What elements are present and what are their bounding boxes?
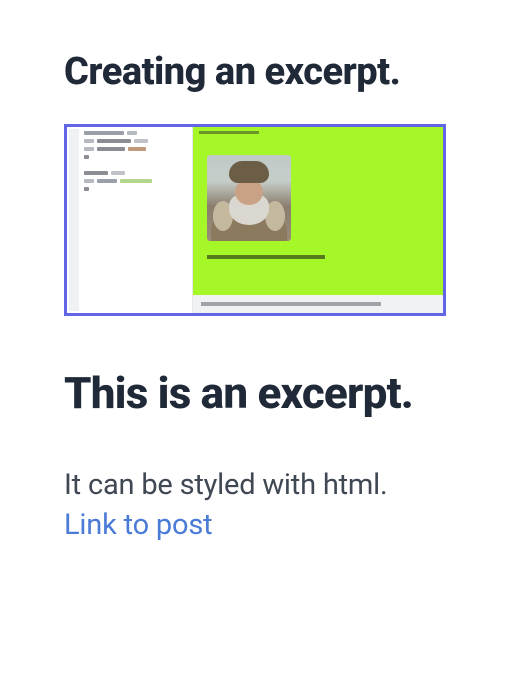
code-gutter <box>69 129 79 311</box>
thumbnail-footer-text <box>201 302 381 306</box>
excerpt-heading: This is an excerpt. <box>64 364 454 423</box>
thumbnail-site-footer <box>193 295 443 313</box>
code-lines <box>84 131 189 192</box>
excerpt-paragraph: It can be styled with html. Link to post <box>64 463 454 542</box>
excerpt-link[interactable]: Link to post <box>64 508 212 542</box>
excerpt-body-text: It can be styled with html. <box>64 468 387 502</box>
post-title: Creating an excerpt. <box>64 50 454 94</box>
thumbnail-inner <box>67 127 443 313</box>
thumbnail-site-header <box>193 127 443 137</box>
featured-thumbnail[interactable] <box>64 124 446 316</box>
thumbnail-photo <box>207 155 291 241</box>
thumbnail-preview-pane <box>193 127 443 313</box>
thumbnail-code-pane <box>67 127 193 313</box>
thumbnail-caption <box>207 255 325 259</box>
thumbnail-content <box>193 137 443 295</box>
thumbnail-header-text <box>199 131 259 134</box>
